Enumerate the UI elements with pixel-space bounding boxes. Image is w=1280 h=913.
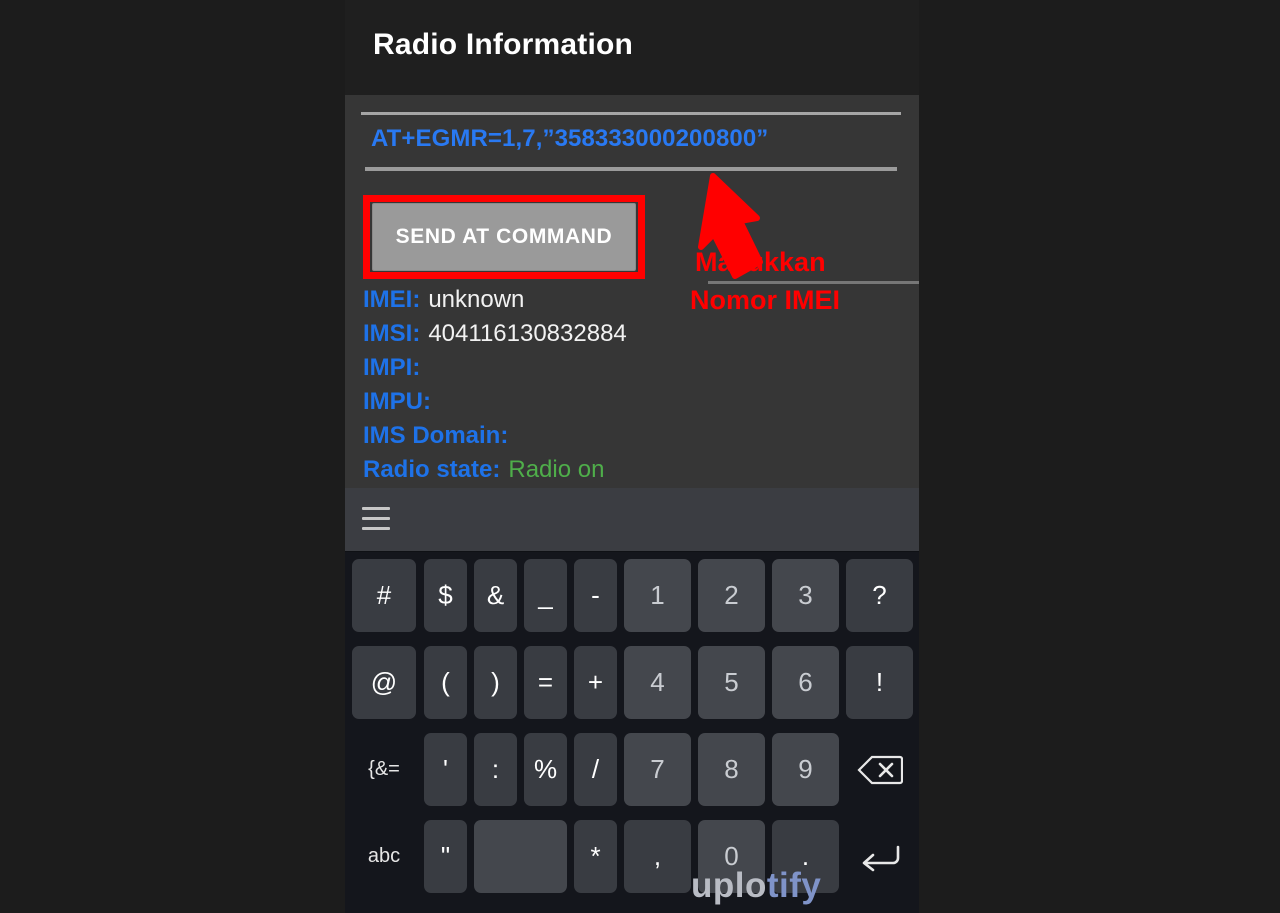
key-asterisk[interactable]: *: [574, 820, 617, 893]
key-3[interactable]: 3: [772, 559, 839, 632]
info-row-key: IMPU:: [363, 388, 431, 415]
app-header: Radio Information: [345, 0, 919, 95]
info-row: IMPU:: [363, 388, 919, 422]
key-7[interactable]: 7: [624, 733, 691, 806]
key-at[interactable]: @: [352, 646, 416, 719]
key-hyphen[interactable]: -: [574, 559, 617, 632]
screenshot-root: Radio Information AT+EGMR=1,7,”358333000…: [0, 0, 1280, 913]
keyboard-suggestion-bar[interactable]: [345, 488, 919, 552]
uplotify-watermark: uplotify: [691, 866, 821, 906]
watermark-part-1: uplo: [691, 866, 767, 905]
page-title: Radio Information: [373, 28, 634, 61]
info-row: IMPI:: [363, 354, 919, 388]
key-hash[interactable]: #: [352, 559, 416, 632]
info-row: IMSI: 404116130832884: [363, 320, 919, 354]
key-apostrophe[interactable]: ': [424, 733, 467, 806]
field-divider-bottom: [365, 167, 897, 171]
key-percent[interactable]: %: [524, 733, 567, 806]
key-plus[interactable]: +: [574, 646, 617, 719]
key-symbols-toggle[interactable]: {&=: [352, 733, 416, 806]
phone-screen: Radio Information AT+EGMR=1,7,”358333000…: [345, 0, 919, 913]
field-divider-top: [361, 112, 901, 115]
info-row-value: Radio on: [508, 456, 605, 483]
list-divider: [708, 281, 919, 284]
send-at-command-button[interactable]: SEND AT COMMAND: [372, 203, 636, 271]
keyboard-rows: # $ & _ -1 2 3? @() = +4 5 6! {&= ':%/7 8 9 abc " *, 0.: [345, 552, 919, 900]
keyboard-row: abc " *, 0.: [345, 813, 919, 900]
key-abc-toggle[interactable]: abc: [352, 820, 416, 893]
keyboard-row: {&= ':%/7 8 9: [345, 726, 919, 813]
info-row: IMEI: unknown: [363, 286, 919, 320]
radio-info-list: IMEI: unknown IMSI: 404116130832884 IMPI: IMP…: [363, 286, 919, 490]
info-row-key: IMPI:: [363, 354, 421, 381]
info-row-key: IMS Domain:: [363, 422, 509, 449]
info-row-key: IMSI:: [363, 320, 421, 347]
key-space[interactable]: [474, 820, 567, 893]
key-4[interactable]: 4: [624, 646, 691, 719]
on-screen-keyboard: # $ & _ -1 2 3? @() = +4 5 6! {&= ':%/7 8 9 abc " *, 0.: [345, 488, 919, 913]
info-row: Radio state: Radio on: [363, 456, 919, 490]
hamburger-menu-icon[interactable]: [362, 507, 390, 531]
key-1[interactable]: 1: [624, 559, 691, 632]
key-colon[interactable]: :: [474, 733, 517, 806]
watermark-part-2: tify: [766, 866, 822, 905]
info-row: IMS Domain:: [363, 422, 919, 456]
key-comma[interactable]: ,: [624, 820, 691, 893]
at-command-input[interactable]: AT+EGMR=1,7,”358333000200800”: [371, 125, 768, 153]
key-dollar[interactable]: $: [424, 559, 467, 632]
key-exclam[interactable]: !: [846, 646, 913, 719]
key-2[interactable]: 2: [698, 559, 765, 632]
key-8[interactable]: 8: [698, 733, 765, 806]
key-enter[interactable]: [846, 820, 913, 893]
info-row-value: unknown: [428, 286, 525, 313]
key-paren-close[interactable]: ): [474, 646, 517, 719]
key-ampersand[interactable]: &: [474, 559, 517, 632]
info-row-key: IMEI:: [363, 286, 421, 313]
key-5[interactable]: 5: [698, 646, 765, 719]
key-backspace[interactable]: [846, 733, 913, 806]
enter-icon: [862, 845, 899, 871]
info-row-value: 404116130832884: [428, 320, 627, 347]
keyboard-row: @() = +4 5 6!: [345, 639, 919, 726]
backspace-icon: [856, 755, 903, 784]
key-9[interactable]: 9: [772, 733, 839, 806]
key-paren-open[interactable]: (: [424, 646, 467, 719]
key-equals[interactable]: =: [524, 646, 567, 719]
key-6[interactable]: 6: [772, 646, 839, 719]
info-row-key: Radio state:: [363, 456, 501, 483]
key-question[interactable]: ?: [846, 559, 913, 632]
key-quote[interactable]: ": [424, 820, 467, 893]
key-underscore[interactable]: _: [524, 559, 567, 632]
keyboard-row: # $ & _ -1 2 3?: [345, 552, 919, 639]
key-slash[interactable]: /: [574, 733, 617, 806]
